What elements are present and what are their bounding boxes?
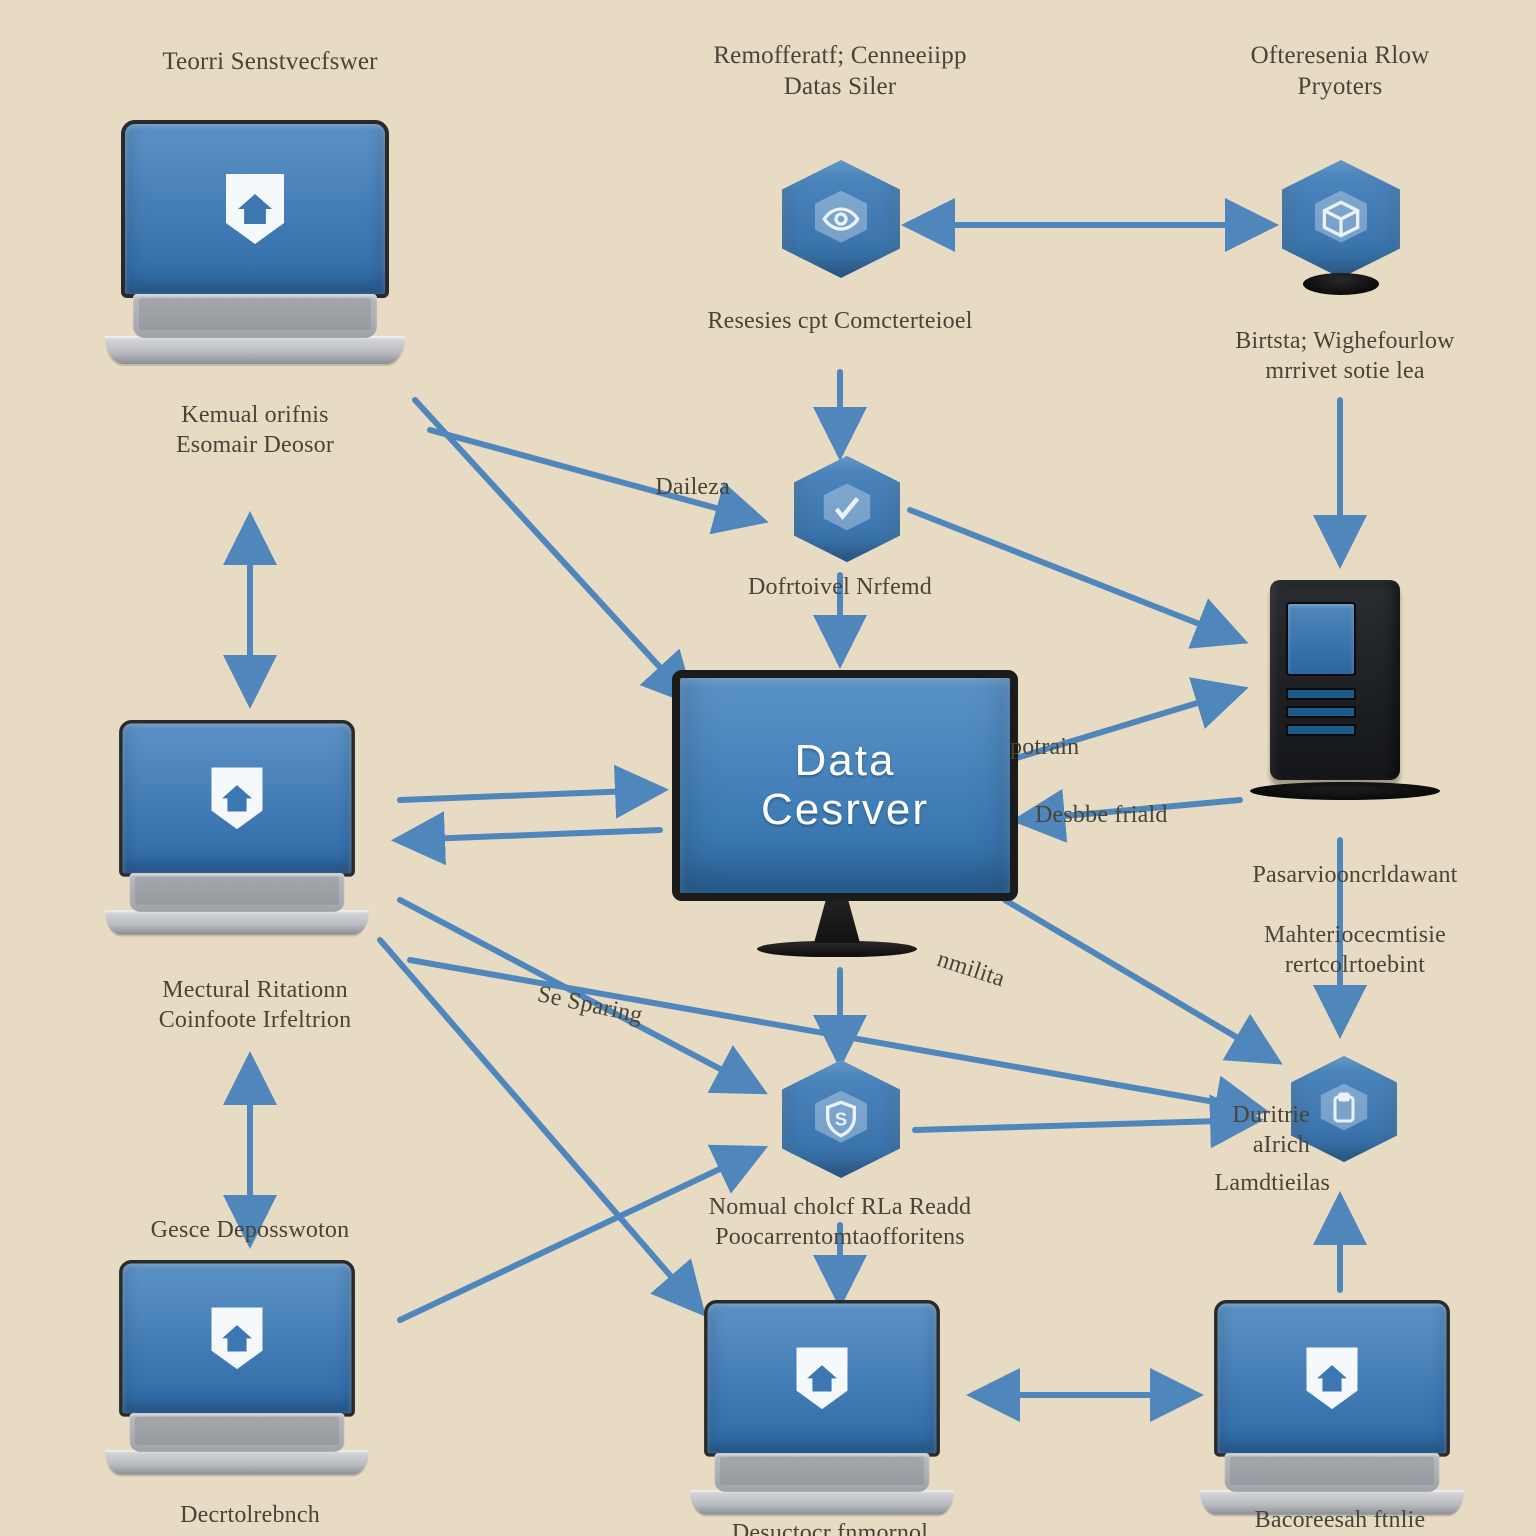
shield-house-icon [211, 768, 262, 830]
caption-laptop-mid-left: Mectural Ritationn Coinfoote Irfeltrion [110, 975, 400, 1035]
laptop-bottom-center [690, 1300, 954, 1515]
shield-house-icon [211, 1308, 262, 1370]
caption-tower-1: Pasarviooncrldawant [1200, 860, 1510, 890]
caption-hex-top-center: Resesies cpt Comcterteioel [670, 306, 1010, 336]
laptop-mid-left [105, 720, 369, 935]
shield-house-icon [1306, 1348, 1357, 1410]
hex-mid-center [794, 456, 900, 562]
caption-laptop-top-left: Kemual orifnis Esomair Deosor [120, 400, 390, 460]
shield-s-icon: S [782, 1060, 900, 1178]
laptop-bottom-right [1200, 1300, 1464, 1515]
caption-hex-right-mid: Lamdtieilas [1170, 1168, 1330, 1198]
hex-top-center [782, 160, 900, 278]
caption-hex-mid-center: Dofrtoivel Nrfemd [700, 572, 980, 602]
edge-label-sparing: Se Sparing [499, 972, 681, 1039]
caption-hex-top-right: Birtsta; Wighefourlow mrrivet sotie lea [1175, 326, 1515, 386]
title-top-left: Teorri Senstvecfswer [110, 46, 430, 77]
hex-top-right [1282, 160, 1400, 278]
laptop-top-left [105, 120, 405, 364]
caption-laptop-br: Bacoreesah ftnlie orogntiom teasronto Lv… [1170, 1505, 1510, 1536]
caption-hex-lower-center: Nomual cholcf RLa Readd Poocarrentomtaof… [650, 1192, 1030, 1252]
monitor-center: DataCesrver [672, 670, 1002, 957]
eye-icon [782, 160, 900, 278]
shield-house-icon [226, 174, 284, 244]
title-top-right: Ofteresenia Rlow Pryoters [1190, 40, 1490, 103]
caption-laptop-bc: Desuctocr fnmornol wmthdoeasocion [660, 1518, 1000, 1536]
cube-icon [1282, 160, 1400, 278]
svg-text:S: S [835, 1109, 847, 1130]
edge-label-potrain: potrain [1010, 732, 1140, 762]
laptop-bottom-left [105, 1260, 369, 1475]
shield-house-icon [796, 1348, 847, 1410]
server-tower [1250, 580, 1440, 800]
header-laptop-bl: Gesce Deposswoton [110, 1215, 390, 1245]
caption-laptop-bl: Decrtolrebnch Desep Mestocm [110, 1500, 390, 1536]
caption-tower-2: Mahteriocecmtisie rertcolrtoebint [1200, 920, 1510, 980]
header-hex-right-mid: Duritrie aIrich [1190, 1100, 1310, 1160]
check-icon [794, 456, 900, 562]
edge-label-desbbe: Desbbe friald [1035, 800, 1235, 830]
hex-lower-center: S [782, 1060, 900, 1178]
edge-label-daileza: Daileza [590, 472, 730, 502]
title-top-center: Remofferatf; Cenneeiipp Datas Siler [650, 40, 1030, 103]
